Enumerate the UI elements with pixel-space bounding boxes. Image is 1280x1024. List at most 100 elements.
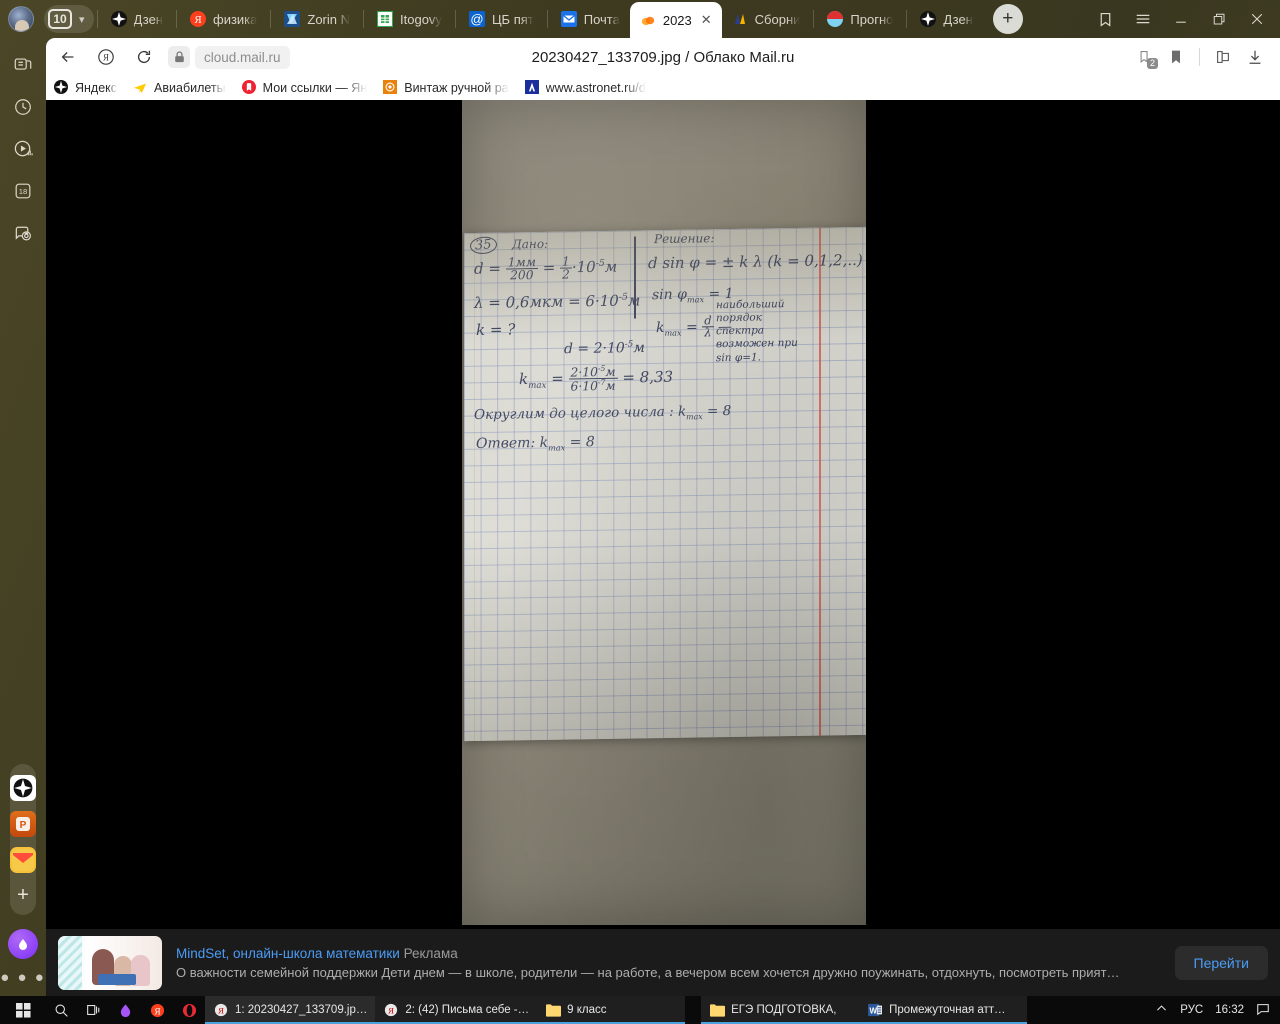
tab-label: Сборни bbox=[754, 11, 801, 27]
tab-7[interactable]: Сборни bbox=[722, 2, 811, 36]
bookmark-label: Винтаж ручной ра bbox=[404, 81, 509, 95]
taskbar-window-1[interactable]: Я 2: (42) Письма себе -… bbox=[375, 996, 538, 1024]
media-player-icon[interactable] bbox=[8, 134, 38, 164]
reload-icon[interactable] bbox=[128, 41, 160, 73]
zen-app-icon[interactable] bbox=[9, 775, 36, 801]
solution-label: Решение: bbox=[654, 231, 715, 247]
zorin-icon bbox=[284, 11, 301, 27]
minimize-icon[interactable] bbox=[1164, 4, 1198, 34]
divider bbox=[454, 10, 456, 28]
yandex-browser-icon: Я bbox=[383, 1002, 399, 1018]
bookmark-item-3[interactable]: Винтаж ручной ра bbox=[375, 77, 516, 99]
ad-go-button[interactable]: Перейти bbox=[1174, 945, 1268, 980]
tab-label: Itogovy bbox=[400, 11, 442, 27]
alice-taskbar-icon[interactable] bbox=[109, 996, 141, 1024]
tab-8[interactable]: Прогно bbox=[817, 2, 903, 36]
taskbar-window-label: 9 класс bbox=[567, 1004, 607, 1016]
chevron-down-icon[interactable]: ▾ bbox=[74, 13, 90, 26]
back-arrow-icon[interactable] bbox=[52, 41, 84, 73]
hamburger-menu-icon[interactable] bbox=[1126, 4, 1160, 34]
language-indicator[interactable]: РУС bbox=[1180, 1004, 1203, 1016]
tab-3[interactable]: Itogovy bbox=[367, 2, 452, 36]
yandex-circle-icon[interactable]: Я bbox=[90, 41, 122, 73]
tab-1[interactable]: Я физика bbox=[180, 2, 267, 36]
alice-assistant-icon[interactable] bbox=[7, 929, 38, 959]
tab-counter[interactable]: 10 ▾ bbox=[44, 5, 94, 33]
svg-text:@: @ bbox=[470, 12, 483, 27]
tab-strip: 10 ▾ Дзен Я физика Zorin N Itogovy @ ЦБ … bbox=[0, 0, 1280, 38]
bookmarks-bar: Яндекс Авиабилеты Мои ссылки — Ян Винтаж… bbox=[46, 76, 1280, 100]
screen: 10 ▾ Дзен Я физика Zorin N Itogovy @ ЦБ … bbox=[0, 0, 1280, 1024]
tab-label: Дзен bbox=[133, 11, 163, 27]
bookmark-stack-icon[interactable]: 2 bbox=[1129, 42, 1159, 72]
maximize-icon[interactable] bbox=[1202, 4, 1236, 34]
tab-0[interactable]: Дзен bbox=[101, 2, 173, 36]
calendar-18-icon[interactable]: 18 bbox=[8, 176, 38, 206]
svg-text:Я: Я bbox=[154, 1007, 160, 1017]
notification-icon[interactable] bbox=[1256, 1002, 1270, 1019]
photo-viewer-image[interactable]: 35 Дано: Решение: d = 1мм 200 = 1 2·10-5м … bbox=[462, 100, 866, 925]
tab-9[interactable]: Дзен bbox=[910, 2, 982, 36]
collections-icon[interactable] bbox=[1088, 4, 1122, 34]
tab-2[interactable]: Zorin N bbox=[274, 2, 360, 36]
taskbar-window-2[interactable]: 9 класс bbox=[537, 996, 686, 1024]
taskbar-window-0[interactable]: Я 1: 20230427_133709.jp… bbox=[205, 996, 376, 1024]
show-hidden-icons-icon[interactable] bbox=[1155, 1002, 1168, 1018]
weather-icon bbox=[827, 11, 844, 27]
close-icon[interactable] bbox=[1240, 4, 1274, 34]
divider bbox=[363, 10, 365, 28]
lock-icon bbox=[168, 46, 190, 68]
tab-label: 2023 bbox=[662, 12, 692, 28]
system-tray: РУС 16:32 bbox=[1155, 1002, 1280, 1019]
profile-avatar[interactable] bbox=[8, 6, 34, 32]
taskbar-window-4[interactable]: W Промежуточная атт… bbox=[859, 996, 1028, 1024]
ad-text: MindSet, онлайн-школа математики Реклама… bbox=[176, 946, 1161, 980]
new-tab-button[interactable]: + bbox=[992, 4, 1023, 34]
tab-4[interactable]: @ ЦБ пят bbox=[459, 2, 544, 36]
download-icon[interactable] bbox=[1240, 42, 1270, 72]
opera-taskbar-icon[interactable] bbox=[173, 996, 205, 1024]
task-view-icon[interactable] bbox=[77, 996, 109, 1024]
svg-text:18: 18 bbox=[19, 187, 28, 196]
divider bbox=[96, 10, 98, 28]
reader-mode-icon[interactable] bbox=[1208, 42, 1238, 72]
svg-text:Я: Я bbox=[103, 53, 109, 63]
ad-title-row[interactable]: MindSet, онлайн-школа математики Реклама bbox=[176, 946, 1161, 961]
notebook-sheet: 35 Дано: Решение: d = 1мм 200 = 1 2·10-5м … bbox=[464, 226, 866, 742]
ad-description: О важности семейной поддержки Дети днем … bbox=[176, 964, 1120, 980]
screenshot-camera-icon[interactable] bbox=[8, 218, 38, 248]
bookmark-label: www.astronet.ru/d bbox=[545, 81, 646, 95]
bookmark-filled-icon[interactable] bbox=[1161, 42, 1191, 72]
notes-icon[interactable] bbox=[8, 50, 38, 80]
punto-switcher-icon[interactable]: P bbox=[9, 811, 36, 837]
sidebar-app-group: P + bbox=[9, 764, 36, 915]
ad-thumbnail[interactable] bbox=[58, 935, 162, 990]
address-bar[interactable]: cloud.mail.ru bbox=[168, 44, 290, 70]
folder-icon bbox=[545, 1002, 561, 1018]
bookmark-item-4[interactable]: www.astronet.ru/d bbox=[517, 77, 654, 99]
taskbar-window-label: ЕГЭ ПОДГОТОВКА, bbox=[731, 1004, 837, 1016]
history-clock-icon[interactable] bbox=[8, 92, 38, 122]
yandex-browser-taskbar-icon[interactable]: Я bbox=[141, 996, 173, 1024]
taskbar-window-3[interactable]: ЕГЭ ПОДГОТОВКА, bbox=[701, 996, 860, 1024]
clock[interactable]: 16:32 bbox=[1215, 1004, 1244, 1016]
given-line-1: d = 1мм 200 = 1 2·10-5м bbox=[474, 254, 618, 283]
photo-shading bbox=[464, 226, 866, 742]
add-service-plus-icon[interactable]: + bbox=[17, 884, 29, 907]
taskbar-window-label: 2: (42) Письма себе -… bbox=[405, 1004, 530, 1016]
tab-5[interactable]: Почта bbox=[551, 2, 630, 36]
bookmark-item-1[interactable]: Авиабилеты bbox=[125, 77, 234, 99]
bookmark-item-2[interactable]: Мои ссылки — Ян bbox=[234, 77, 376, 99]
advertisement-block[interactable]: MindSet, онлайн-школа математики Реклама… bbox=[46, 929, 1280, 996]
more-options-icon[interactable]: ● ● ● bbox=[0, 969, 46, 986]
bookmark-stack-badge: 2 bbox=[1146, 58, 1158, 69]
windows-start-icon[interactable] bbox=[0, 996, 46, 1024]
search-icon[interactable] bbox=[46, 996, 77, 1024]
mail-app-icon[interactable] bbox=[9, 847, 36, 873]
bookmark-item-0[interactable]: Яндекс bbox=[46, 77, 125, 99]
sborni-icon bbox=[732, 11, 748, 27]
page-content: 35 Дано: Решение: d = 1мм 200 = 1 2·10-5м … bbox=[46, 100, 1280, 929]
taskbar-window-label: 1: 20230427_133709.jp… bbox=[235, 1004, 368, 1016]
tab-6-active[interactable]: 2023 ✕ bbox=[629, 2, 722, 38]
close-icon[interactable]: ✕ bbox=[701, 12, 712, 28]
